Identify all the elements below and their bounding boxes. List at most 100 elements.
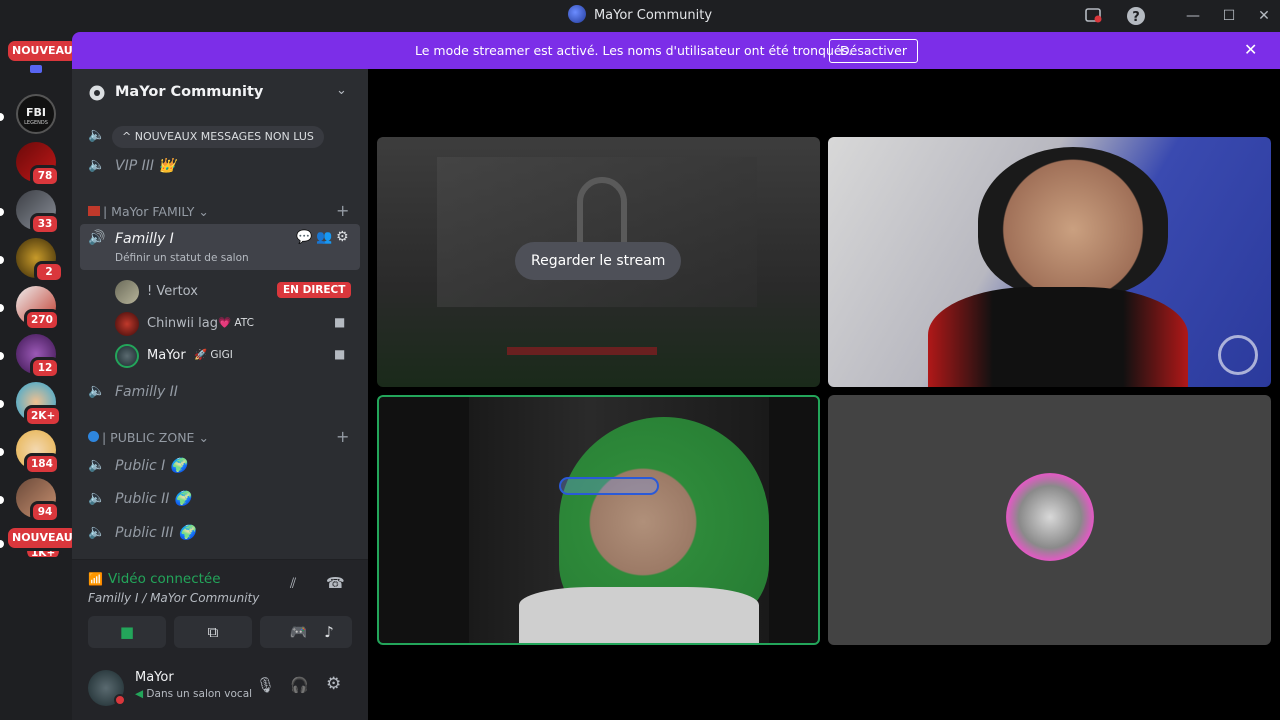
microphone-icon[interactable]: 🎙 [256, 676, 275, 694]
channel-status[interactable]: Définir un statut de salon [115, 252, 249, 264]
invite-icon[interactable]: 👥 [316, 230, 332, 245]
speaker-icon: 🔈 [88, 127, 106, 143]
close-window-icon[interactable]: ✕ [1254, 6, 1274, 26]
unread-dot [0, 113, 4, 121]
logo-watermark [1218, 335, 1258, 375]
unread-messages-pill[interactable]: ^ NOUVEAUX MESSAGES NON LUS [112, 126, 324, 148]
server-badge: 12 [30, 357, 60, 379]
chevron-down-icon: ⌄ [198, 430, 209, 445]
category-public-zone[interactable]: | PUBLIC ZONE ⌄ [88, 430, 209, 445]
avatar [115, 280, 139, 304]
username: MaYor [147, 348, 186, 363]
speaker-status-icon: ◀ [135, 688, 147, 700]
help-icon[interactable]: ? [1126, 6, 1146, 26]
unread-dot [0, 448, 4, 456]
live-badge: EN DIRECT [277, 282, 352, 298]
category-mayor-family[interactable]: | MaYor FAMILY ⌄ [88, 204, 209, 219]
settings-icon[interactable]: ⚙ [336, 229, 349, 245]
unread-pill-label: NOUVEAUX MESSAGES NON LUS [134, 130, 314, 143]
video-icon: ■ [334, 315, 346, 329]
unread-dot [0, 352, 4, 360]
user-panel: MaYor ◀ Dans un salon vocal 🎙 🎧 ⚙ [72, 656, 368, 720]
unread-dot [0, 208, 4, 216]
channel-familly-2[interactable]: 🔈 Familly II [80, 377, 360, 407]
chevron-down-icon: ⌄ [336, 83, 347, 98]
voice-location[interactable]: Familly I / MaYor Community [88, 591, 259, 605]
channel-vip[interactable]: 🔈 VIP III 👑 [80, 151, 360, 181]
category-label: | MaYor FAMILY [103, 204, 195, 219]
stream-tile-vertox[interactable]: Regarder le stream [377, 137, 820, 387]
voice-user-chinwii[interactable]: Chinwii lag 💗 ATC ■ [112, 307, 360, 337]
server-icon [567, 5, 586, 23]
channel-familly-1[interactable]: 🔊 Familly I Définir un statut de salon 💬… [80, 224, 360, 270]
disconnect-icon[interactable]: ☎ [326, 574, 345, 592]
folder-indicator [30, 65, 42, 73]
channel-public-3[interactable]: 🔈 Public III 🌍 [80, 518, 360, 548]
svg-text:?: ? [1132, 10, 1140, 25]
channel-label: Public II 🌍 [115, 491, 192, 507]
voice-user-vertox[interactable]: ! Vertox EN DIRECT [112, 275, 360, 305]
channel-public-1[interactable]: 🔈 Public I 🌍 [80, 451, 360, 481]
screen-share-button[interactable]: ⧉ [174, 616, 252, 648]
username: ! Vertox [147, 284, 198, 299]
server-badge: 2K+ [24, 405, 63, 427]
user-tag: 💗 ATC [218, 317, 254, 329]
new-pill-bottom[interactable]: NOUVEAU [5, 525, 80, 551]
inbox-icon[interactable] [1083, 6, 1103, 26]
username: Chinwii lag [147, 316, 218, 331]
watch-stream-button[interactable]: Regarder le stream [515, 242, 682, 280]
add-channel-icon[interactable]: + [336, 427, 349, 446]
video-icon: ■ [334, 347, 346, 361]
streamer-mode-banner: Le mode streamer est activé. Les noms d'… [72, 32, 1280, 69]
chevron-up-icon: ^ [122, 130, 135, 143]
user-name[interactable]: MaYor [135, 670, 174, 685]
server-badge: 33 [30, 213, 60, 235]
avatar [115, 312, 139, 336]
soundboard-icon: ♪ [324, 623, 334, 641]
avatar [115, 344, 139, 368]
participant-head [978, 147, 1168, 297]
headphones-icon[interactable]: 🎧 [290, 676, 309, 694]
flag-icon [88, 206, 100, 216]
server-badge: 94 [30, 501, 60, 523]
new-pill[interactable]: NOUVEAU [5, 38, 80, 64]
gear-icon [88, 84, 106, 106]
speaker-icon: 🔈 [88, 383, 106, 399]
participant-hoodie [519, 587, 759, 643]
channel-public-2[interactable]: 🔈 Public II 🌍 [80, 484, 360, 514]
maximize-icon[interactable]: ☐ [1219, 6, 1239, 26]
noise-suppression-icon[interactable]: ⫽ [290, 576, 296, 592]
participant-glasses [559, 477, 659, 495]
soundboard-button[interactable]: ♪ [306, 616, 352, 648]
camera-button[interactable]: ■ [88, 616, 166, 648]
channel-label: Familly I [115, 231, 174, 247]
server-header[interactable]: MaYor Community ⌄ [72, 69, 368, 117]
unread-dot [0, 256, 4, 264]
channel-label: Public III 🌍 [115, 525, 196, 541]
unread-dot [0, 304, 4, 312]
avatar-tile-user-4[interactable] [828, 395, 1271, 645]
server-badge: 2 [34, 261, 64, 283]
video-tile-user-2[interactable] [828, 137, 1271, 387]
channel-label: VIP III 👑 [115, 158, 176, 174]
speaker-icon: 🔈 [88, 457, 106, 473]
minimize-icon[interactable]: — [1183, 6, 1203, 26]
add-channel-icon[interactable]: + [336, 201, 349, 220]
channel-label: Familly II [115, 384, 178, 400]
channel-sidebar: MaYor Community ⌄ 🔈 ^ NOUVEAUX MESSAGES … [72, 69, 368, 720]
server-name: MaYor Community [115, 84, 264, 100]
svg-text:LEGENDS: LEGENDS [24, 120, 48, 126]
voice-status[interactable]: Vidéo connectée [108, 571, 221, 587]
voice-user-mayor[interactable]: MaYor 🚀 GIGI ■ [112, 339, 360, 369]
server-fbi-icon[interactable]: FBI LEGENDS [16, 94, 56, 134]
user-settings-icon[interactable]: ⚙ [326, 674, 341, 694]
channel-label: Public I 🌍 [115, 458, 188, 474]
user-status-text: Dans un salon vocal [146, 688, 253, 700]
video-tile-user-3[interactable] [377, 395, 820, 645]
participant-avatar [1006, 473, 1094, 561]
chat-icon[interactable]: 💬 [296, 230, 312, 245]
deactivate-button[interactable]: Désactiver [829, 39, 918, 63]
speaker-icon: 🔈 [88, 490, 106, 506]
camera-icon: ■ [119, 623, 135, 641]
close-icon[interactable]: ✕ [1244, 40, 1257, 59]
